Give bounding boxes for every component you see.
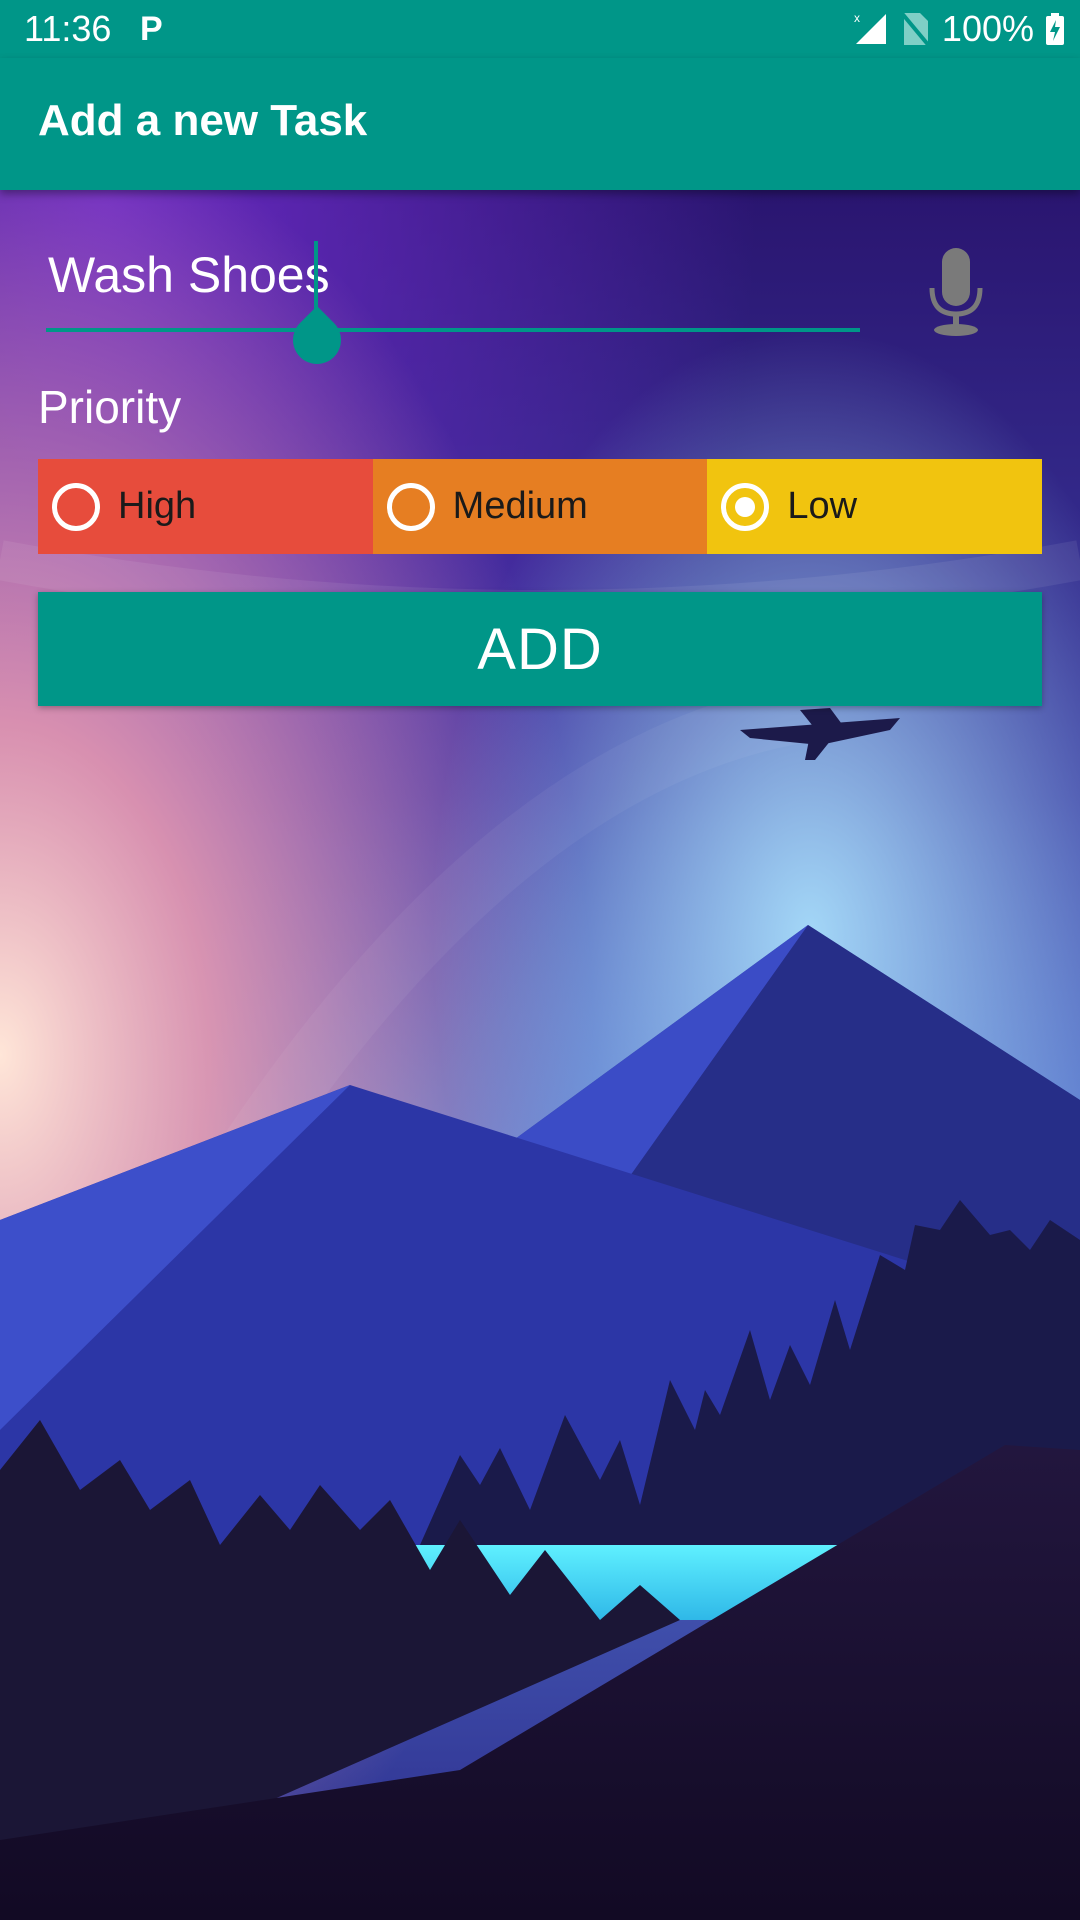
signal-icon: x — [854, 12, 886, 44]
battery-charging-icon — [1046, 13, 1064, 45]
status-time: 11:36 — [24, 8, 112, 49]
priority-medium-option[interactable]: Medium — [372, 459, 708, 554]
page-title: Add a new Task — [38, 96, 368, 145]
radio-low[interactable] — [721, 482, 770, 531]
input-underline — [46, 328, 860, 332]
status-bar: 11:36 P x 100% — [0, 0, 1080, 58]
priority-high-option[interactable]: High — [38, 459, 373, 554]
status-icons: x 100% — [854, 8, 1064, 50]
task-name-value[interactable]: Wash Shoes — [48, 246, 330, 304]
task-name-input[interactable]: Wash Shoes — [46, 241, 860, 374]
priority-label: Priority — [38, 381, 182, 433]
app-bar: Add a new Task — [0, 58, 1080, 190]
radio-high[interactable] — [52, 482, 100, 531]
priority-radio-group: High Medium Low — [38, 459, 1043, 554]
microphone-icon[interactable] — [926, 248, 986, 338]
priority-low-option[interactable]: Low — [707, 459, 1043, 554]
priority-high-label: High — [118, 485, 197, 527]
priority-low-label: Low — [787, 485, 858, 527]
priority-medium-label: Medium — [452, 485, 588, 527]
no-sim-icon — [899, 11, 930, 47]
add-button[interactable]: ADD — [38, 592, 1042, 706]
mountain-background-image — [0, 190, 1080, 1920]
battery-percent: 100% — [941, 8, 1034, 49]
text-cursor — [314, 241, 318, 309]
parking-p-icon: P — [140, 10, 163, 48]
svg-text:x: x — [854, 12, 860, 25]
radio-medium[interactable] — [386, 482, 435, 531]
